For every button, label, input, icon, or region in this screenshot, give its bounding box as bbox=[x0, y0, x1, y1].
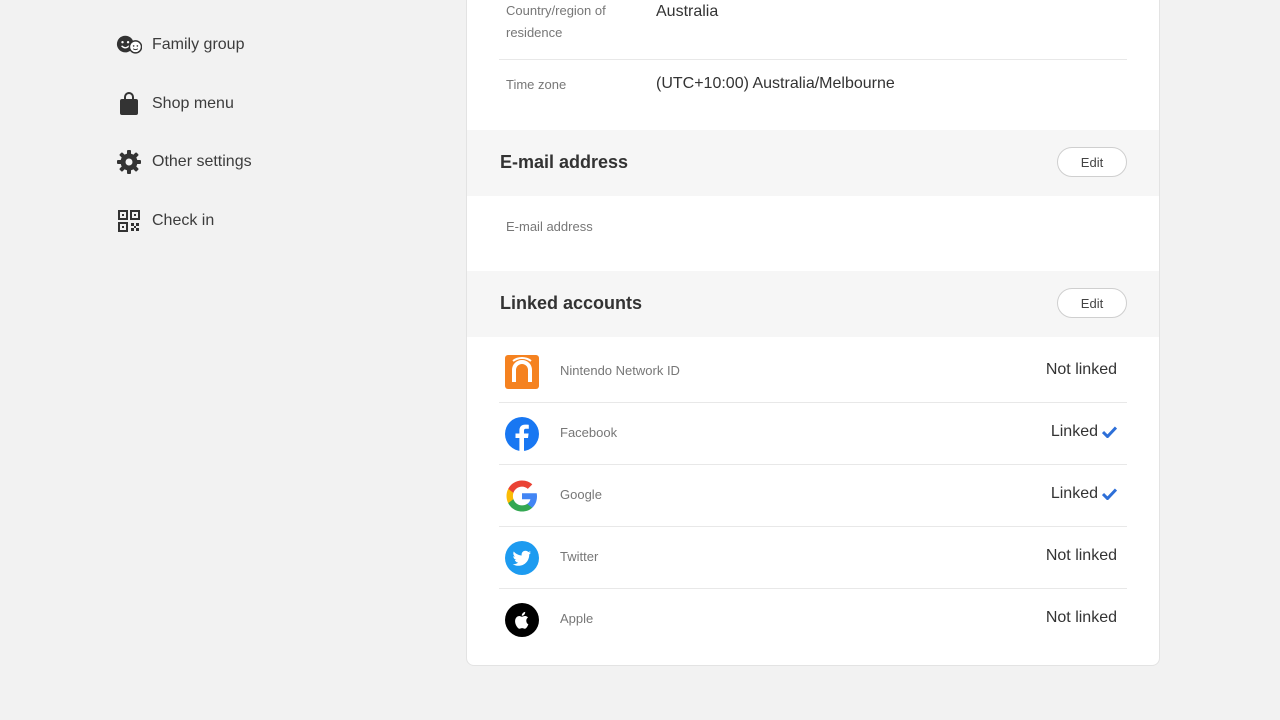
country-label: Country/region of residence bbox=[506, 0, 606, 44]
nintendo-network-icon bbox=[505, 355, 539, 389]
account-status-text: Linked bbox=[1050, 485, 1098, 502]
account-settings-card: Country/region of residence Australia Ti… bbox=[466, 0, 1160, 666]
google-icon bbox=[505, 479, 539, 513]
email-field-label: E-mail address bbox=[506, 219, 593, 234]
account-status-text: Not linked bbox=[1045, 547, 1117, 564]
account-status: Not linked bbox=[1046, 547, 1117, 565]
linked-check-icon bbox=[1102, 426, 1117, 438]
linked-check-icon bbox=[1102, 488, 1117, 500]
timezone-row: Time zone (UTC+10:00) Australia/Melbourn… bbox=[499, 60, 1127, 130]
qr-code-icon bbox=[116, 208, 142, 234]
linked-accounts-edit-button[interactable]: Edit bbox=[1057, 288, 1127, 318]
account-status: Not linked bbox=[1046, 609, 1117, 627]
email-edit-button[interactable]: Edit bbox=[1057, 147, 1127, 177]
twitter-icon bbox=[505, 541, 539, 575]
email-section-header: E-mail address Edit bbox=[467, 130, 1159, 196]
linked-account-row-facebook[interactable]: Facebook Linked bbox=[499, 402, 1127, 464]
family-group-icon bbox=[116, 32, 142, 58]
gear-icon bbox=[116, 149, 142, 175]
account-status: Linked bbox=[1051, 485, 1117, 503]
sidebar-item-label: Other settings bbox=[152, 153, 252, 170]
apple-icon bbox=[505, 603, 539, 637]
account-status-text: Not linked bbox=[1045, 361, 1117, 378]
account-status: Linked bbox=[1051, 423, 1117, 441]
linked-account-row-nintendo[interactable]: Nintendo Network ID Not linked bbox=[499, 340, 1127, 402]
account-name: Apple bbox=[560, 611, 594, 626]
sidebar-item-family-group[interactable]: Family group bbox=[116, 30, 376, 60]
account-status-text: Linked bbox=[1050, 423, 1098, 440]
email-section-title: E-mail address bbox=[500, 152, 629, 172]
country-row: Country/region of residence Australia bbox=[499, 0, 1127, 59]
account-name: Twitter bbox=[560, 549, 599, 564]
sidebar-item-other-settings[interactable]: Other settings bbox=[116, 147, 376, 177]
sidebar-item-shop-menu[interactable]: Shop menu bbox=[116, 89, 376, 119]
account-name: Google bbox=[560, 487, 602, 502]
country-label-line1: Country/region of bbox=[506, 3, 606, 18]
account-name: Nintendo Network ID bbox=[560, 363, 680, 378]
linked-account-row-apple[interactable]: Apple Not linked bbox=[499, 588, 1127, 650]
account-status-text: Not linked bbox=[1045, 609, 1117, 626]
sidebar-item-label: Check in bbox=[152, 212, 215, 229]
linked-account-row-google[interactable]: Google Linked bbox=[499, 464, 1127, 526]
linked-accounts-title: Linked accounts bbox=[500, 293, 643, 313]
account-name: Facebook bbox=[560, 425, 618, 440]
timezone-value: (UTC+10:00) Australia/Melbourne bbox=[656, 75, 895, 92]
facebook-icon bbox=[505, 417, 539, 451]
sidebar-item-check-in[interactable]: Check in bbox=[116, 206, 376, 236]
country-value: Australia bbox=[656, 3, 719, 20]
timezone-label: Time zone bbox=[506, 77, 567, 92]
linked-account-row-twitter[interactable]: Twitter Not linked bbox=[499, 526, 1127, 588]
linked-accounts-header: Linked accounts Edit bbox=[467, 271, 1159, 337]
sidebar-item-label: Family group bbox=[152, 36, 245, 53]
country-label-line2: residence bbox=[506, 25, 563, 40]
sidebar-item-label: Shop menu bbox=[152, 95, 234, 112]
shopping-bag-icon bbox=[116, 91, 142, 117]
account-status: Not linked bbox=[1046, 361, 1117, 379]
